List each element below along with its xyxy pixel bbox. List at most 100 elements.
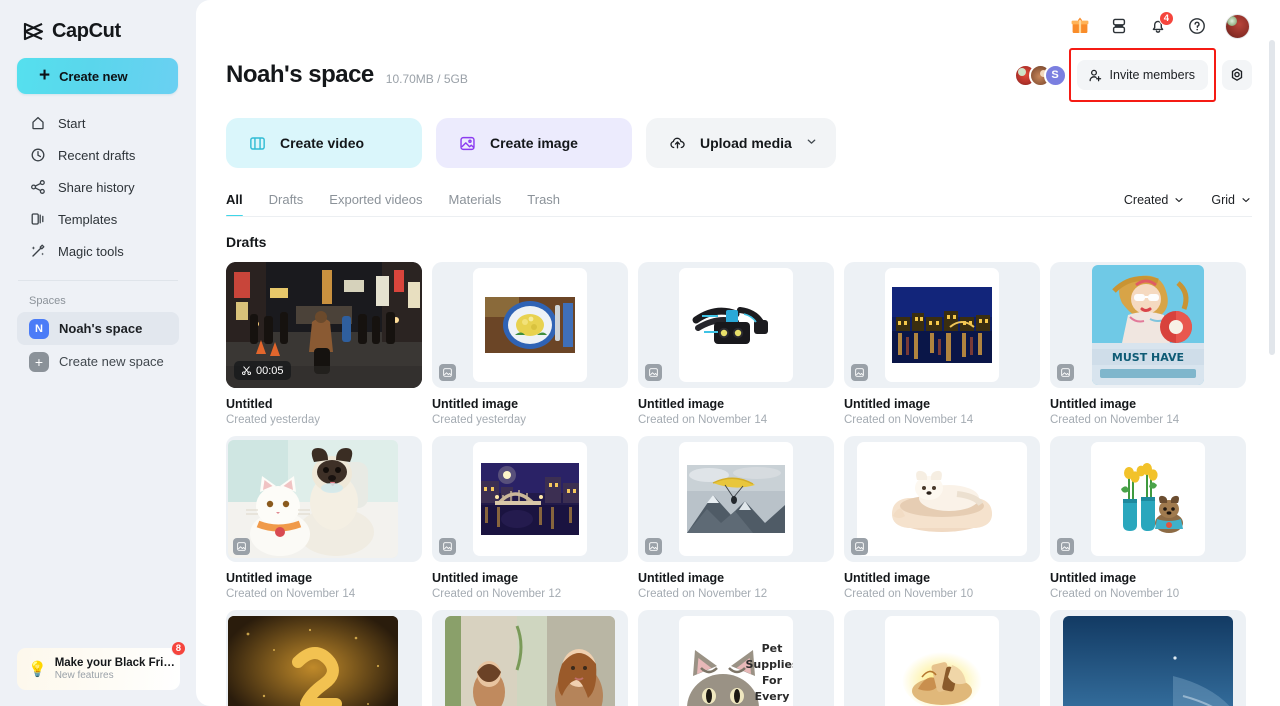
cat-dog-couch-art	[228, 440, 398, 558]
quick-actions: Create video Create image Upload media	[196, 98, 1280, 168]
tab-trash[interactable]: Trash	[527, 192, 560, 217]
create-new-label: Create new	[59, 68, 128, 84]
promo-banner[interactable]: 💡 Make your Black Fri… New features 8	[17, 641, 186, 690]
draft-card[interactable]	[226, 610, 422, 706]
card-thumbnail[interactable]	[226, 436, 422, 562]
draft-card[interactable]: Untitled image Created on November 14	[226, 436, 422, 600]
blue-sky-ocean-art	[1063, 616, 1233, 706]
upload-media-button[interactable]: Upload media	[646, 118, 836, 168]
cloud-storage-icon[interactable]	[1108, 15, 1130, 37]
draft-card[interactable]: Untitled image Created on November 12	[638, 436, 834, 600]
sort-dropdown[interactable]: Created	[1124, 193, 1185, 207]
scissors-icon	[241, 366, 252, 376]
topbar: 4	[196, 0, 1280, 52]
card-thumbnail[interactable]	[432, 610, 628, 706]
card-title: Untitled image	[844, 397, 931, 411]
user-avatar[interactable]	[1225, 13, 1250, 39]
card-subtitle: Created on November 14	[1050, 414, 1180, 426]
tab-drafts[interactable]: Drafts	[269, 192, 304, 217]
help-icon[interactable]	[1186, 15, 1208, 37]
upload-media-label: Upload media	[700, 135, 792, 151]
image-badge-icon	[1057, 364, 1074, 381]
header-actions: S Invite members	[1013, 48, 1252, 102]
draft-card[interactable]: Untitled image Created on November 14	[638, 262, 834, 426]
chevron-down-icon	[805, 135, 818, 151]
tabs-row: All Drafts Exported videos Materials Tra…	[196, 168, 1280, 217]
card-thumbnail[interactable]	[226, 610, 422, 706]
card-thumbnail[interactable]	[638, 436, 834, 562]
draft-card[interactable]	[1050, 610, 1246, 706]
draft-card[interactable]: Untitled image Created yesterday	[432, 262, 628, 426]
person-add-icon	[1089, 69, 1101, 81]
settings-button[interactable]	[1222, 60, 1252, 90]
notification-badge: 4	[1158, 11, 1174, 26]
vertical-scrollbar[interactable]	[1269, 40, 1275, 355]
card-title: Untitled	[226, 397, 273, 411]
tab-materials[interactable]: Materials	[449, 192, 502, 217]
space-label: Noah's space	[59, 321, 143, 336]
card-thumbnail[interactable]	[844, 610, 1040, 706]
sidebar-item-label: Magic tools	[58, 243, 124, 259]
card-thumbnail[interactable]	[844, 262, 1040, 388]
card-thumbnail[interactable]	[844, 436, 1040, 562]
page-header: Noah's space 10.70MB / 5GB S Invite memb…	[196, 48, 1280, 102]
capcut-workspace: CapCut + Create new Start Recent drafts	[0, 0, 1280, 706]
image-icon	[460, 136, 475, 150]
duration-badge: 00:05	[234, 361, 291, 380]
sidebar-create-new-space[interactable]: + Create new space	[17, 345, 179, 378]
card-thumbnail[interactable]	[432, 262, 628, 388]
bridge-night-art	[481, 463, 579, 535]
draft-card[interactable]: Untitled image Created on November 14	[844, 262, 1040, 426]
draft-card[interactable]: 00:05 Untitled Created yesterday	[226, 262, 422, 426]
create-video-button[interactable]: Create video	[226, 118, 422, 168]
duration-text: 00:05	[256, 364, 284, 377]
card-subtitle: Created on November 14	[638, 414, 768, 426]
card-thumbnail[interactable]: MUST HAVE	[1050, 262, 1246, 388]
draft-card[interactable]: MUST HAVE Untitled image Created on Nove…	[1050, 262, 1246, 426]
sidebar-item-label: Share history	[58, 179, 135, 195]
tab-exported-videos[interactable]: Exported videos	[329, 192, 422, 217]
draft-card[interactable]	[432, 610, 628, 706]
sidebar-space-noahs-space[interactable]: N Noah's space	[17, 312, 179, 345]
cat-pet-supplies-art: Pet Supplies For Every Need	[679, 630, 793, 706]
card-title: Untitled image	[638, 571, 725, 585]
card-thumbnail[interactable]: 00:05	[226, 262, 422, 388]
draft-card[interactable]: Untitled image Created on November 12	[432, 436, 628, 600]
card-title: Untitled image	[844, 571, 931, 585]
card-subtitle: Created yesterday	[432, 414, 526, 426]
tab-all[interactable]: All	[226, 192, 243, 217]
capcut-logo-icon	[23, 22, 44, 40]
sidebar-item-start[interactable]: Start	[17, 107, 179, 139]
create-image-button[interactable]: Create image	[436, 118, 632, 168]
view-dropdown[interactable]: Grid	[1211, 193, 1252, 207]
bell-icon[interactable]: 4	[1147, 11, 1174, 37]
sidebar-item-magic-tools[interactable]: Magic tools	[17, 235, 179, 267]
brand[interactable]: CapCut	[0, 0, 196, 46]
card-thumbnail[interactable]	[1050, 436, 1246, 562]
member-avatars[interactable]: S	[1013, 63, 1071, 87]
home-icon	[29, 115, 46, 132]
templates-icon	[29, 211, 46, 228]
view-label: Grid	[1211, 193, 1235, 207]
sidebar-item-recent-drafts[interactable]: Recent drafts	[17, 139, 179, 171]
image-badge-icon	[645, 364, 662, 381]
draft-card[interactable]	[844, 610, 1040, 706]
card-thumbnail[interactable]	[432, 436, 628, 562]
gift-icon[interactable]	[1069, 15, 1091, 37]
card-thumbnail[interactable]: Pet Supplies For Every Need	[638, 610, 834, 706]
draft-card[interactable]: Untitled image Created on November 10	[844, 436, 1040, 600]
image-badge-icon	[439, 364, 456, 381]
invite-members-button[interactable]: Invite members	[1076, 60, 1208, 90]
sidebar-item-share-history[interactable]: Share history	[17, 171, 179, 203]
create-new-button[interactable]: + Create new	[17, 58, 178, 94]
promo-badge: 8	[170, 641, 186, 656]
svg-text:For: For	[762, 674, 783, 687]
draft-card[interactable]: Pet Supplies For Every Need	[638, 610, 834, 706]
card-subtitle: Created on November 10	[1050, 588, 1180, 600]
draft-card[interactable]: Untitled image Created on November 10	[1050, 436, 1246, 600]
chevron-down-icon	[1175, 198, 1183, 203]
sidebar-item-templates[interactable]: Templates	[17, 203, 179, 235]
card-thumbnail[interactable]	[638, 262, 834, 388]
card-thumbnail[interactable]	[1050, 610, 1246, 706]
plus-icon: +	[39, 64, 51, 86]
